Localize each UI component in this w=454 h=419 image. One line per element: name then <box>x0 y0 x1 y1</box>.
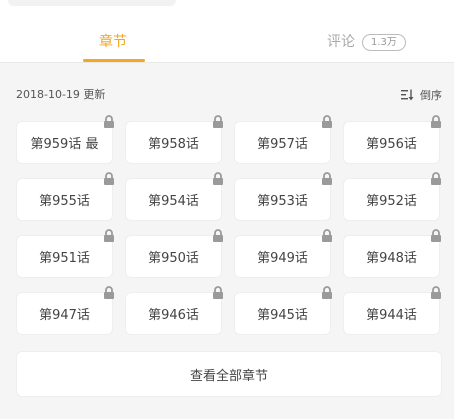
chapter-item[interactable]: 第950话 <box>125 229 223 278</box>
lock-icon <box>213 172 223 185</box>
chapter-label: 第954话 <box>148 194 199 209</box>
lock-icon <box>431 229 441 242</box>
chapter-label: 第947话 <box>39 308 90 323</box>
tab-comments[interactable]: 评论 1.3万 <box>327 33 406 51</box>
lock-icon <box>213 229 223 242</box>
chapter-item[interactable]: 第949话 <box>234 229 332 278</box>
lock-icon <box>322 229 332 242</box>
chapter-label: 第958话 <box>148 137 199 152</box>
chapter-item[interactable]: 第952话 <box>343 172 441 221</box>
chapter-label: 第959话 最 <box>30 137 99 152</box>
chapter-item[interactable]: 第954话 <box>125 172 223 221</box>
sort-label: 倒序 <box>420 89 442 102</box>
chapter-label: 第956话 <box>366 137 417 152</box>
comment-count-badge: 1.3万 <box>362 33 406 51</box>
lock-icon <box>104 286 114 299</box>
lock-icon <box>322 286 332 299</box>
chapter-item[interactable]: 第945话 <box>234 286 332 335</box>
tab-comments-label: 评论 <box>327 34 355 50</box>
chapter-item[interactable]: 第946话 <box>125 286 223 335</box>
chapter-item[interactable]: 第958话 <box>125 115 223 164</box>
tab-chapters[interactable]: 章节 <box>99 33 127 51</box>
tab-bar: 章节 评论 1.3万 <box>0 0 454 63</box>
chapter-label: 第944话 <box>366 308 417 323</box>
chapter-item[interactable]: 第956话 <box>343 115 441 164</box>
chapter-label: 第957话 <box>257 137 308 152</box>
chapter-label: 第955话 <box>39 194 90 209</box>
chapter-item[interactable]: 第951话 <box>16 229 114 278</box>
update-date-text: 2018-10-19 更新 <box>16 88 106 101</box>
lock-icon <box>104 115 114 128</box>
lock-icon <box>431 115 441 128</box>
view-all-chapters-button[interactable]: 查看全部章节 <box>16 351 442 397</box>
sort-descending-icon <box>401 89 414 101</box>
lock-icon <box>431 172 441 185</box>
lock-icon <box>213 115 223 128</box>
top-edge-shadow <box>8 0 176 6</box>
lock-icon <box>431 286 441 299</box>
chapter-grid: 第959话 最第958话 第957话 第956话 第955话 第954话 第953话 第95… <box>16 115 441 335</box>
chapter-label: 第945话 <box>257 308 308 323</box>
lock-icon <box>213 286 223 299</box>
lock-icon <box>104 229 114 242</box>
chapter-item[interactable]: 第953话 <box>234 172 332 221</box>
lock-icon <box>322 172 332 185</box>
chapter-label: 第950话 <box>148 251 199 266</box>
chapter-item[interactable]: 第944话 <box>343 286 441 335</box>
chapter-label: 第948话 <box>366 251 417 266</box>
chapter-label: 第952话 <box>366 194 417 209</box>
chapter-label: 第946话 <box>148 308 199 323</box>
chapter-label: 第951话 <box>39 251 90 266</box>
chapter-item[interactable]: 第948话 <box>343 229 441 278</box>
chapter-label: 第953话 <box>257 194 308 209</box>
chapter-label: 第949话 <box>257 251 308 266</box>
chapter-item[interactable]: 第955话 <box>16 172 114 221</box>
chapter-item[interactable]: 第957话 <box>234 115 332 164</box>
lock-icon <box>322 115 332 128</box>
chapter-item[interactable]: 第959话 最 <box>16 115 114 164</box>
sort-toggle-button[interactable]: 倒序 <box>401 86 442 104</box>
lock-icon <box>104 172 114 185</box>
active-tab-indicator <box>83 59 145 62</box>
update-row: 2018-10-19 更新 倒序 <box>16 86 442 104</box>
chapter-item[interactable]: 第947话 <box>16 286 114 335</box>
